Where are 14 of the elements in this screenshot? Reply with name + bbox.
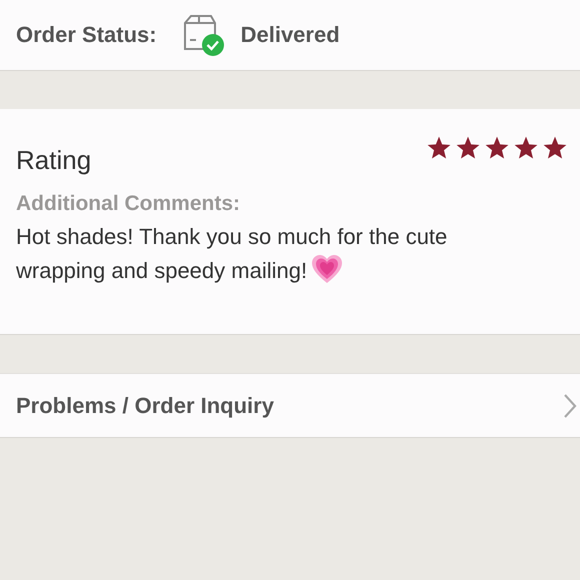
rating-title: Rating [16, 145, 92, 176]
star-icon [455, 135, 481, 161]
star-icon [426, 135, 452, 161]
star-icon [542, 135, 568, 161]
comment-text: Hot shades! Thank you so much for the cute wrapping and speedy mailing! [16, 220, 536, 288]
order-inquiry-row[interactable]: Problems / Order Inquiry [0, 373, 580, 438]
chevron-right-icon [562, 392, 578, 420]
comments-label: Additional Comments: [16, 192, 241, 216]
heart-icon [311, 254, 344, 286]
order-status-label: Order Status: [16, 22, 157, 48]
star-icon [484, 135, 510, 161]
order-inquiry-label: Problems / Order Inquiry [16, 392, 274, 418]
star-icon [513, 135, 539, 161]
order-status-value: Delivered [240, 22, 340, 48]
